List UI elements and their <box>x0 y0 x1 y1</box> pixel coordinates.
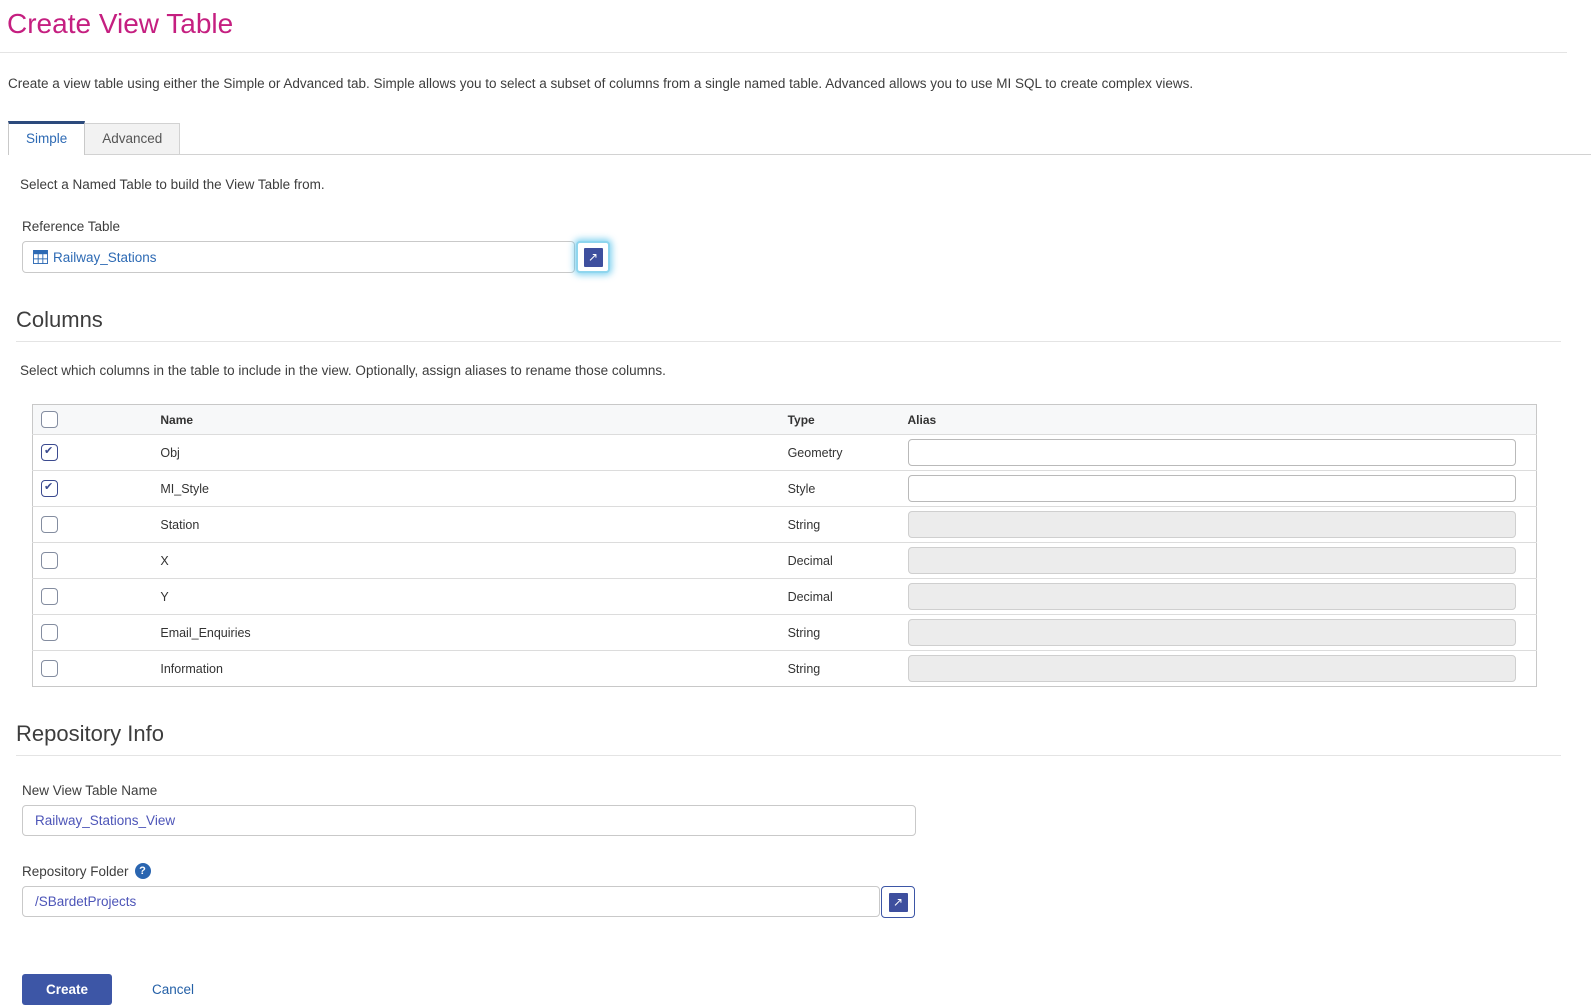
column-type-cell: Geometry <box>779 434 900 471</box>
new-view-table-name-input[interactable] <box>22 805 916 836</box>
reference-table-field[interactable]: Railway_Stations <box>22 241 575 273</box>
column-select-checkbox[interactable] <box>41 552 58 569</box>
column-select-checkbox[interactable] <box>41 660 58 677</box>
column-name-cell: Information <box>152 650 780 687</box>
column-alias-input[interactable] <box>907 511 1516 538</box>
tab-bar: Simple Advanced <box>8 121 1591 155</box>
help-icon[interactable]: ? <box>134 863 151 879</box>
column-select-checkbox[interactable] <box>41 624 58 641</box>
column-type-cell: String <box>779 506 900 543</box>
table-row: X Decimal <box>32 542 1537 579</box>
name-column-header: Name <box>152 404 780 435</box>
create-view-table-page: Create View Table Create a view table us… <box>0 8 1591 1005</box>
column-name-cell: Obj <box>152 434 780 471</box>
column-name-cell: Station <box>152 506 780 543</box>
reference-table-browse-button[interactable]: ↗ <box>576 241 610 273</box>
columns-section-heading: Columns <box>16 307 103 332</box>
table-row: Station String <box>32 506 1537 543</box>
tab-simple[interactable]: Simple <box>8 121 86 155</box>
type-column-header: Type <box>779 404 900 435</box>
column-select-checkbox[interactable] <box>41 516 58 533</box>
new-view-table-name-label-text: New View Table Name <box>22 783 158 798</box>
repository-folder-browse-button[interactable]: ↗ <box>881 886 915 918</box>
column-type-cell: String <box>779 650 900 687</box>
repository-info-heading: Repository Info <box>16 721 164 746</box>
alias-column-header: Alias <box>899 404 1537 435</box>
open-picker-ne-arrow-icon: ↗ <box>583 247 603 267</box>
column-type-cell: String <box>779 614 900 651</box>
column-type-cell: Style <box>779 470 900 507</box>
columns-header-row: Name Type Alias <box>32 404 1537 435</box>
column-alias-input[interactable] <box>907 439 1516 466</box>
column-select-checkbox[interactable] <box>41 588 58 605</box>
reference-table-input-group: Railway_Stations ↗ <box>22 241 1591 273</box>
select-all-checkbox[interactable] <box>41 411 58 428</box>
table-row: MI_Style Style <box>32 470 1537 507</box>
page-description: Create a view table using either the Sim… <box>8 76 1194 91</box>
column-name-cell: Y <box>152 578 780 615</box>
title-divider <box>0 52 1567 53</box>
repository-info-divider <box>16 755 1561 756</box>
column-name-cell: X <box>152 542 780 579</box>
table-grid-icon <box>33 250 48 264</box>
repository-folder-label: Repository Folder ? <box>22 863 1591 879</box>
column-alias-input[interactable] <box>907 547 1516 574</box>
columns-section-divider <box>16 341 1561 342</box>
repository-folder-input[interactable] <box>22 886 880 917</box>
column-type-cell: Decimal <box>779 578 900 615</box>
select-all-header-cell <box>32 404 153 435</box>
table-row: Email_Enquiries String <box>32 614 1537 651</box>
table-row: Obj Geometry <box>32 434 1537 471</box>
open-picker-ne-arrow-icon: ↗ <box>888 892 908 912</box>
repository-folder-input-group: ↗ <box>22 886 1591 918</box>
column-alias-input[interactable] <box>907 583 1516 610</box>
reference-table-label-text: Reference Table <box>22 219 121 234</box>
column-select-checkbox[interactable] <box>41 444 58 461</box>
column-alias-input[interactable] <box>907 655 1516 682</box>
table-row: Y Decimal <box>32 578 1537 615</box>
column-type-cell: Decimal <box>779 542 900 579</box>
reference-table-value: Railway_Stations <box>53 249 157 265</box>
columns-table: Name Type Alias Obj Geometry MI_Style St… <box>32 404 1537 687</box>
column-select-checkbox[interactable] <box>41 480 58 497</box>
table-row: Information String <box>32 650 1537 687</box>
repository-folder-label-text: Repository Folder <box>22 863 129 879</box>
column-alias-input[interactable] <box>907 619 1516 646</box>
column-alias-input[interactable] <box>907 475 1516 502</box>
column-name-cell: Email_Enquiries <box>152 614 780 651</box>
simple-tab-instruction: Select a Named Table to build the View T… <box>20 177 325 192</box>
reference-table-label: Reference Table <box>22 219 1591 234</box>
new-view-table-name-label: New View Table Name <box>22 783 1591 798</box>
action-bar: Create Cancel <box>22 974 1591 1005</box>
cancel-link[interactable]: Cancel <box>152 982 194 997</box>
column-name-cell: MI_Style <box>152 470 780 507</box>
columns-table-body: Obj Geometry MI_Style Style Station Stri… <box>32 434 1537 687</box>
tab-advanced[interactable]: Advanced <box>85 123 181 154</box>
columns-table-header: Name Type Alias <box>32 404 1537 435</box>
create-button[interactable]: Create <box>22 974 112 1005</box>
page-title: Create View Table <box>7 8 234 39</box>
columns-section-description: Select which columns in the table to inc… <box>20 363 666 378</box>
